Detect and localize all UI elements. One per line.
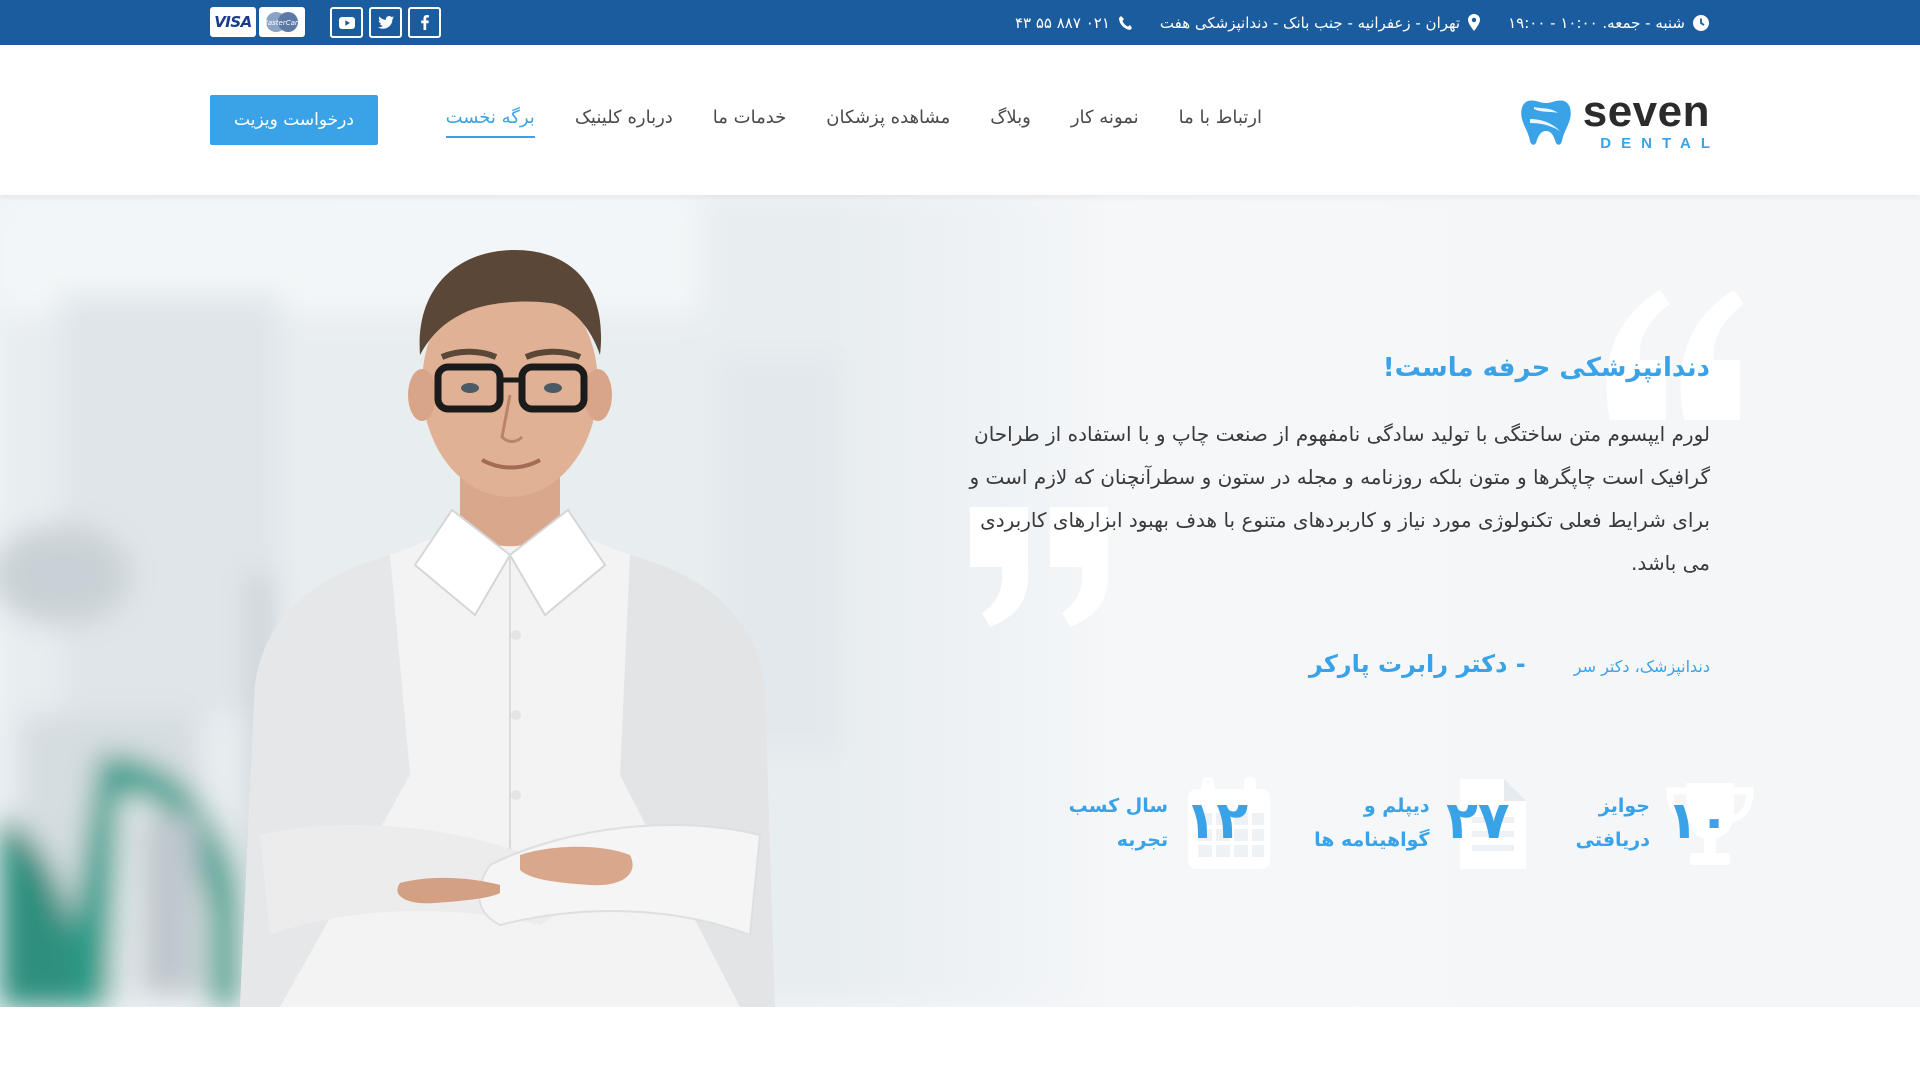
phone-number: ۰۲۱ ۸۸۷ ۵۵ ۴۳	[1014, 13, 1110, 32]
nav-contact[interactable]: ارتباط با ما	[1179, 107, 1262, 138]
phone-item[interactable]: ۰۲۱ ۸۸۷ ۵۵ ۴۳	[1015, 14, 1132, 32]
main-nav: برگه نخست درباره کلینیک خدمات ما مشاهده …	[445, 107, 1262, 138]
payment-methods: VISA MasterCard	[210, 7, 305, 37]
site-logo[interactable]: seven DENTAL	[1520, 87, 1710, 152]
address-text: تهران - زعفرانیه - جنب بانک - دندانپزشکی…	[1159, 13, 1461, 32]
social-links	[330, 7, 441, 38]
testimonial-author: - دکتر رابرت پارکر دندانپزشک، دکتر سر	[1309, 650, 1710, 678]
phone-icon	[1118, 15, 1132, 30]
logo-wordmark: seven	[1582, 87, 1710, 136]
stat-certificates: ۲۷ دیپلم و گواهینامه ها	[1314, 773, 1540, 873]
logo-subtitle: DENTAL	[1600, 135, 1720, 152]
author-name: - دکتر رابرت پارکر	[1308, 650, 1526, 678]
stat-awards: ۱۰ جوایز دریافتی	[1576, 773, 1760, 873]
stat-experience-number: ۱۲	[1184, 791, 1249, 851]
twitter-icon[interactable]	[369, 7, 402, 38]
clock-icon	[1693, 14, 1709, 31]
nav-home[interactable]: برگه نخست	[445, 107, 535, 138]
stat-awards-label: جوایز دریافتی	[1575, 795, 1650, 851]
hero-headline: دندانپزشکی حرفه ماست!	[1382, 353, 1710, 383]
stats-row: ۱۲ سال کسب تجربه ۲۷ دیپلم و گواهینامه ها	[1069, 773, 1760, 873]
address-item: تهران - زعفرانیه - جنب بانک - دندانپزشکی…	[1159, 13, 1481, 32]
youtube-icon[interactable]	[330, 7, 363, 38]
stat-certificates-number: ۲۷	[1446, 791, 1510, 851]
tooth-logo-icon	[1521, 100, 1571, 145]
svg-text:MasterCard: MasterCard	[263, 19, 301, 27]
stat-certificates-label: دیپلم و گواهینامه ها	[1314, 795, 1430, 851]
location-pin-icon	[1468, 14, 1481, 31]
nav-about[interactable]: درباره کلینیک	[575, 107, 673, 138]
nav-blog[interactable]: وبلاگ	[990, 107, 1031, 138]
mastercard-icon: MasterCard	[259, 7, 305, 37]
main-header: seven DENTAL برگه نخست درباره کلینیک خدم…	[0, 45, 1920, 195]
nav-doctors[interactable]: مشاهده پزشکان	[826, 107, 950, 138]
dentist-photo	[240, 250, 775, 1007]
visa-card-icon: VISA	[210, 7, 256, 37]
facebook-icon[interactable]	[408, 7, 441, 38]
hero-description: لورم ایپسوم متن ساختگی با تولید سادگی نا…	[969, 422, 1711, 575]
request-visit-button[interactable]: درخواست ویزیت	[210, 95, 378, 145]
hours-item: شنبه - جمعه. ۱۰:۰۰ - ۱۹:۰۰	[1508, 14, 1709, 32]
hero-section: دندانپزشکی حرفه ماست! لورم ایپسوم متن سا…	[0, 195, 1920, 1007]
nav-portfolio[interactable]: نمونه کار	[1071, 107, 1139, 138]
top-bar: ۰۲۱ ۸۸۷ ۵۵ ۴۳ تهران - زعفرانیه - جنب بان…	[0, 0, 1920, 45]
stat-experience: ۱۲ سال کسب تجربه	[1069, 773, 1278, 873]
stat-awards-number: ۱۰	[1666, 791, 1730, 851]
nav-services[interactable]: خدمات ما	[713, 107, 787, 138]
hours-text: شنبه - جمعه. ۱۰:۰۰ - ۱۹:۰۰	[1508, 13, 1685, 32]
contact-info: ۰۲۱ ۸۸۷ ۵۵ ۴۳ تهران - زعفرانیه - جنب بان…	[1015, 0, 1709, 45]
author-role: دندانپزشک، دکتر سر	[1573, 657, 1710, 676]
stat-experience-label: سال کسب تجربه	[1068, 795, 1169, 851]
